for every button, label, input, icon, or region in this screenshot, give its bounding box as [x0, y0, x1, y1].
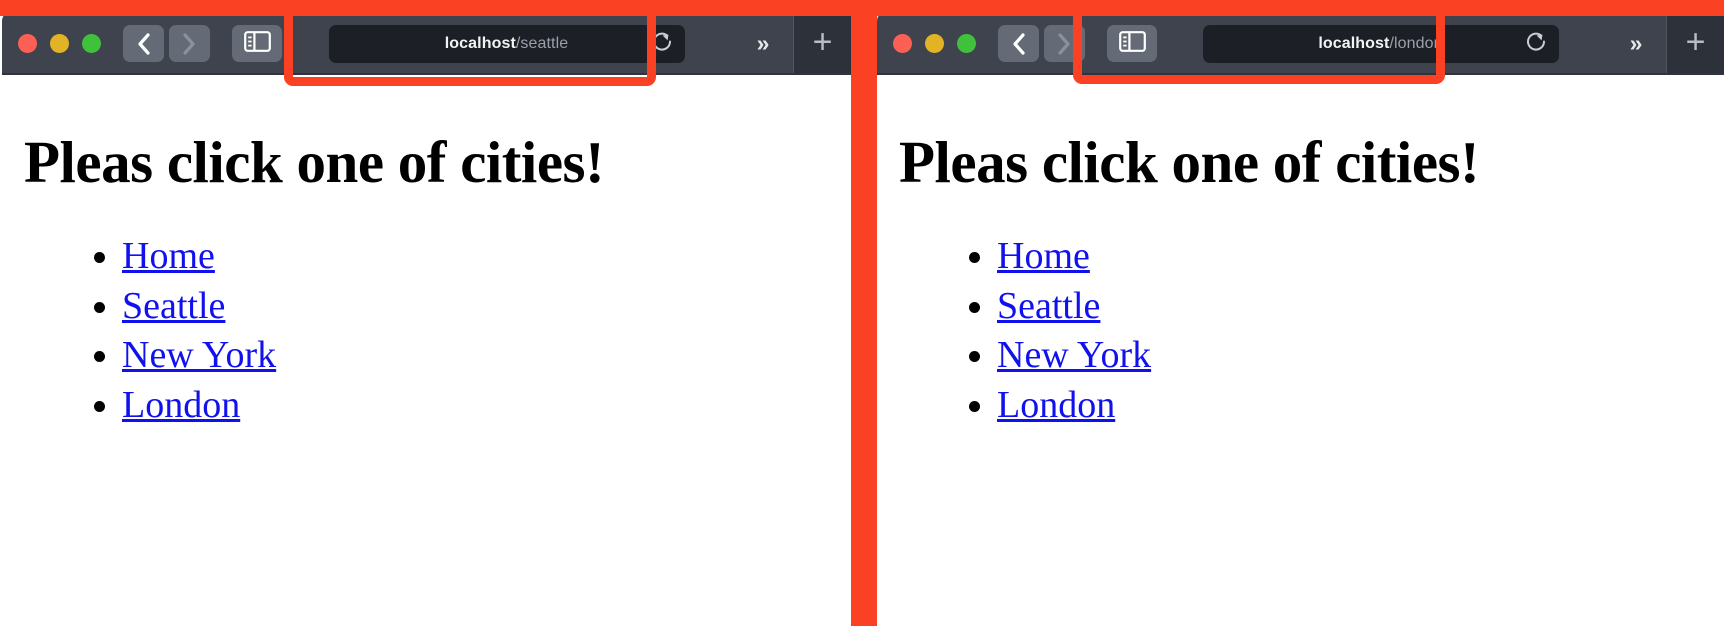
sidebar-toggle-button[interactable] [232, 25, 282, 62]
screenshot-root: localhost/seattle » + Pleas click one of… [0, 0, 1724, 626]
browser-window-left: localhost/seattle » + Pleas click one of… [2, 12, 851, 626]
sidebar-toggle-button[interactable] [1107, 25, 1157, 62]
link-seattle[interactable]: Seattle [997, 285, 1100, 327]
address-bar[interactable]: localhost/seattle [328, 24, 685, 63]
url-bar-container-left: localhost/seattle [282, 24, 731, 63]
list-item: Home [997, 232, 1716, 282]
navigation-buttons-right [998, 25, 1085, 62]
list-item: Seattle [997, 282, 1716, 332]
reload-icon[interactable] [1525, 30, 1547, 57]
overflow-menu-button[interactable]: » [731, 12, 793, 75]
list-item: London [122, 381, 843, 431]
chevron-left-icon [136, 32, 151, 56]
minimize-window-button[interactable] [50, 34, 69, 53]
list-item: London [997, 381, 1716, 431]
overflow-menu-button[interactable]: » [1604, 12, 1666, 75]
link-london[interactable]: London [997, 384, 1115, 426]
link-home[interactable]: Home [122, 235, 215, 277]
page-content-right: Pleas click one of cities! Home Seattle … [877, 129, 1724, 626]
sidebar-icon [1118, 30, 1146, 57]
url-text: localhost/london [1318, 35, 1442, 53]
chevron-right-icon [1057, 32, 1072, 56]
link-seattle[interactable]: Seattle [122, 285, 225, 327]
url-path: /london [1389, 34, 1443, 52]
forward-button[interactable] [169, 25, 210, 62]
traffic-lights-right [893, 34, 976, 53]
link-new-york[interactable]: New York [997, 334, 1151, 376]
minimize-window-button[interactable] [925, 34, 944, 53]
forward-button[interactable] [1044, 25, 1085, 62]
url-host: localhost [444, 34, 516, 52]
annotation-window-divider [851, 0, 877, 626]
url-host: localhost [1318, 34, 1390, 52]
toolbar-right-group-right: » + [1604, 12, 1724, 75]
address-bar[interactable]: localhost/london [1202, 24, 1559, 63]
page-content-left: Pleas click one of cities! Home Seattle … [2, 129, 851, 626]
back-button[interactable] [123, 25, 164, 62]
url-path: /seattle [515, 34, 569, 52]
list-item: New York [122, 331, 843, 381]
sidebar-icon [243, 30, 271, 57]
link-new-york[interactable]: New York [122, 334, 276, 376]
url-bar-container-right: localhost/london [1157, 24, 1604, 63]
traffic-lights-left [18, 34, 101, 53]
list-item: Home [122, 232, 843, 282]
url-text: localhost/seattle [445, 35, 569, 53]
browser-toolbar-left: localhost/seattle » + [2, 12, 851, 75]
browser-toolbar-right: localhost/london » + [877, 12, 1724, 75]
toolbar-right-group-left: » + [731, 12, 851, 75]
back-button[interactable] [998, 25, 1039, 62]
new-tab-button[interactable]: + [793, 12, 851, 75]
link-home[interactable]: Home [997, 235, 1090, 277]
city-link-list: Home Seattle New York London [10, 232, 843, 431]
page-title: Pleas click one of cities! [24, 129, 605, 195]
chevron-left-icon [1011, 32, 1026, 56]
browser-window-right: localhost/london » + Pleas click one of … [877, 12, 1724, 626]
close-window-button[interactable] [18, 34, 37, 53]
list-item: Seattle [122, 282, 843, 332]
close-window-button[interactable] [893, 34, 912, 53]
link-london[interactable]: London [122, 384, 240, 426]
new-tab-button[interactable]: + [1666, 12, 1724, 75]
list-item: New York [997, 331, 1716, 381]
zoom-window-button[interactable] [82, 34, 101, 53]
navigation-buttons-left [123, 25, 210, 62]
zoom-window-button[interactable] [957, 34, 976, 53]
city-link-list: Home Seattle New York London [885, 232, 1716, 431]
page-title: Pleas click one of cities! [899, 129, 1480, 195]
reload-icon[interactable] [651, 30, 673, 57]
chevron-right-icon [182, 32, 197, 56]
